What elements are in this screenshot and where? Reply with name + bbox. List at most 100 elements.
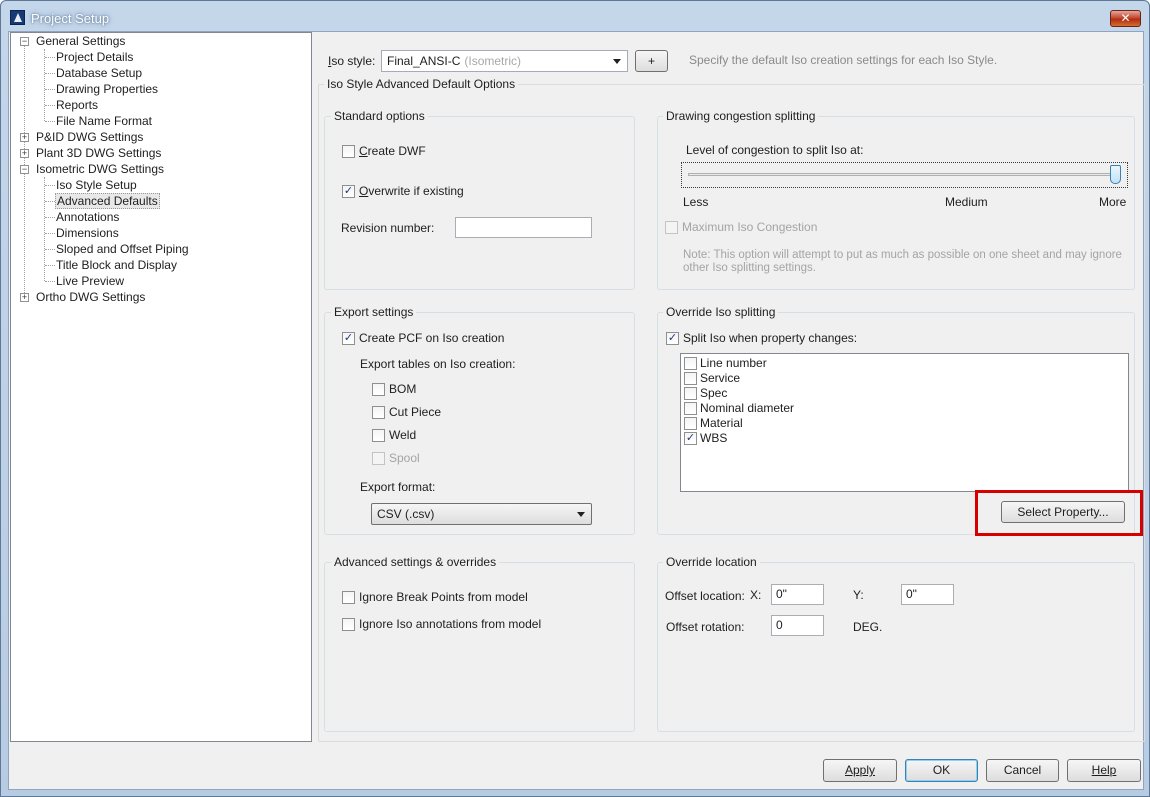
tree-item-drawing-properties[interactable]: Drawing Properties: [55, 81, 159, 97]
advanced-overrides-panel: [324, 562, 635, 732]
congestion-slider[interactable]: [681, 162, 1128, 188]
slider-thumb[interactable]: [1110, 165, 1121, 184]
tree-item-pid-dwg-settings[interactable]: P&ID DWG Settings: [35, 129, 144, 145]
export-format-value: CSV (.csv): [377, 507, 435, 521]
check-icon: ✓: [685, 432, 696, 444]
tree-connector: [45, 89, 55, 90]
override-location-title: Override location: [663, 555, 760, 569]
export-settings-panel: [324, 312, 635, 535]
tree-item-general-settings[interactable]: General Settings: [35, 33, 126, 49]
create-dwf-checkbox[interactable]: [342, 145, 355, 158]
split-iso-checkbox[interactable]: ✓: [666, 332, 679, 345]
spool-checkbox[interactable]: [372, 452, 385, 465]
tree-item-isometric-dwg-settings[interactable]: Isometric DWG Settings: [35, 161, 165, 177]
tree-connector: [45, 265, 55, 266]
export-format-dropdown[interactable]: CSV (.csv): [371, 503, 592, 525]
revision-number-label: Revision number:: [341, 221, 435, 235]
list-item-spec[interactable]: Spec: [700, 386, 727, 400]
split-iso-label: Split Iso when property changes:: [683, 331, 858, 345]
title-bar[interactable]: Project Setup ✕: [1, 1, 1149, 31]
expand-icon[interactable]: +: [20, 149, 29, 158]
settings-tree[interactable]: − General Settings Project Details Datab…: [10, 32, 312, 742]
wbs-checkbox[interactable]: ✓: [684, 432, 697, 445]
create-pcf-checkbox[interactable]: ✓: [342, 332, 355, 345]
tree-item-dimensions[interactable]: Dimensions: [55, 225, 120, 241]
apply-button[interactable]: Apply: [823, 759, 897, 782]
tree-connector: [45, 249, 55, 250]
list-item-nominal-diameter[interactable]: Nominal diameter: [700, 401, 794, 415]
ignore-annotations-label: Ignore Iso annotations from model: [359, 617, 542, 631]
tree-connector: [45, 217, 55, 218]
collapse-icon[interactable]: −: [20, 37, 29, 46]
autocad-app-icon: [10, 10, 25, 25]
tree-connector: [45, 57, 55, 58]
check-icon: ✓: [343, 332, 354, 344]
line-number-checkbox[interactable]: [684, 357, 697, 370]
tree-item-iso-style-setup[interactable]: Iso Style Setup: [55, 177, 138, 193]
spec-checkbox[interactable]: [684, 387, 697, 400]
congestion-level-label: Level of congestion to split Iso at:: [686, 143, 864, 157]
tree-item-project-details[interactable]: Project Details: [55, 49, 134, 65]
tree-item-title-block-display[interactable]: Title Block and Display: [55, 257, 178, 273]
tree-item-plant-3d-dwg-settings[interactable]: Plant 3D DWG Settings: [35, 145, 162, 161]
congestion-note: Note: This option will attempt to put as…: [683, 249, 1122, 274]
max-congestion-checkbox[interactable]: [665, 221, 678, 234]
tree-item-live-preview[interactable]: Live Preview: [55, 273, 125, 289]
ignore-break-points-checkbox[interactable]: [342, 591, 355, 604]
ok-button[interactable]: OK: [905, 759, 978, 782]
offset-location-label: Offset location:: [665, 589, 745, 603]
spool-label: Spool: [389, 451, 420, 465]
cancel-button[interactable]: Cancel: [986, 759, 1059, 782]
cut-piece-label: Cut Piece: [389, 405, 442, 419]
export-settings-title: Export settings: [331, 305, 417, 319]
material-checkbox[interactable]: [684, 417, 697, 430]
offset-y-input[interactable]: 0": [901, 584, 954, 605]
tree-item-file-name-format[interactable]: File Name Format: [55, 113, 153, 129]
tree-item-sloped-offset-piping[interactable]: Sloped and Offset Piping: [55, 241, 190, 257]
check-icon: ✓: [343, 185, 354, 197]
iso-style-dropdown[interactable]: Final_ANSI-C (Isometric): [381, 50, 628, 72]
tree-item-reports[interactable]: Reports: [55, 97, 99, 113]
tree-guide: [44, 49, 45, 121]
offset-x-input[interactable]: 0": [771, 584, 824, 605]
tree-item-database-setup[interactable]: Database Setup: [55, 65, 143, 81]
iso-style-type: (Isometric): [464, 54, 522, 68]
project-setup-window: Project Setup ✕ − General Settings Proje…: [0, 0, 1150, 797]
list-item-material[interactable]: Material: [700, 416, 743, 430]
slider-track: [688, 173, 1120, 176]
advanced-options-title: Iso Style Advanced Default Options: [324, 77, 519, 91]
iso-style-value: Final_ANSI-C: [387, 54, 461, 68]
advanced-overrides-title: Advanced settings & overrides: [331, 555, 500, 569]
revision-number-input[interactable]: [455, 217, 592, 238]
expand-icon[interactable]: +: [20, 133, 29, 142]
collapse-icon[interactable]: −: [20, 165, 29, 174]
dialog-client-area: − General Settings Project Details Datab…: [8, 31, 1145, 790]
check-icon: ✓: [667, 332, 678, 344]
offset-y-label: Y:: [853, 588, 864, 602]
close-button[interactable]: ✕: [1110, 10, 1141, 27]
list-item-wbs[interactable]: WBS: [700, 431, 727, 445]
red-highlight-box: [975, 490, 1143, 536]
cut-piece-checkbox[interactable]: [372, 406, 385, 419]
nominal-diameter-checkbox[interactable]: [684, 402, 697, 415]
weld-checkbox[interactable]: [372, 429, 385, 442]
overwrite-checkbox[interactable]: ✓: [342, 185, 355, 198]
tree-connector: [45, 233, 55, 234]
service-checkbox[interactable]: [684, 372, 697, 385]
ignore-annotations-checkbox[interactable]: [342, 618, 355, 631]
list-item-service[interactable]: Service: [700, 371, 740, 385]
tree-connector: [45, 185, 55, 186]
list-item-line-number[interactable]: Line number: [700, 356, 767, 370]
tree-item-ortho-dwg-settings[interactable]: Ortho DWG Settings: [35, 289, 146, 305]
bom-checkbox[interactable]: [372, 383, 385, 396]
iso-style-hint: Specify the default Iso creation setting…: [689, 53, 998, 67]
split-properties-list[interactable]: Line number Service Spec Nominal diamete…: [680, 353, 1129, 492]
deg-label: DEG.: [853, 620, 883, 634]
tree-item-advanced-defaults[interactable]: Advanced Defaults: [55, 193, 160, 209]
help-button[interactable]: Help: [1067, 759, 1141, 782]
add-iso-style-button[interactable]: +: [635, 50, 668, 72]
offset-rotation-input[interactable]: 0: [771, 615, 824, 636]
expand-icon[interactable]: +: [20, 293, 29, 302]
slider-tick-less: Less: [683, 195, 709, 209]
tree-item-annotations[interactable]: Annotations: [55, 209, 120, 225]
